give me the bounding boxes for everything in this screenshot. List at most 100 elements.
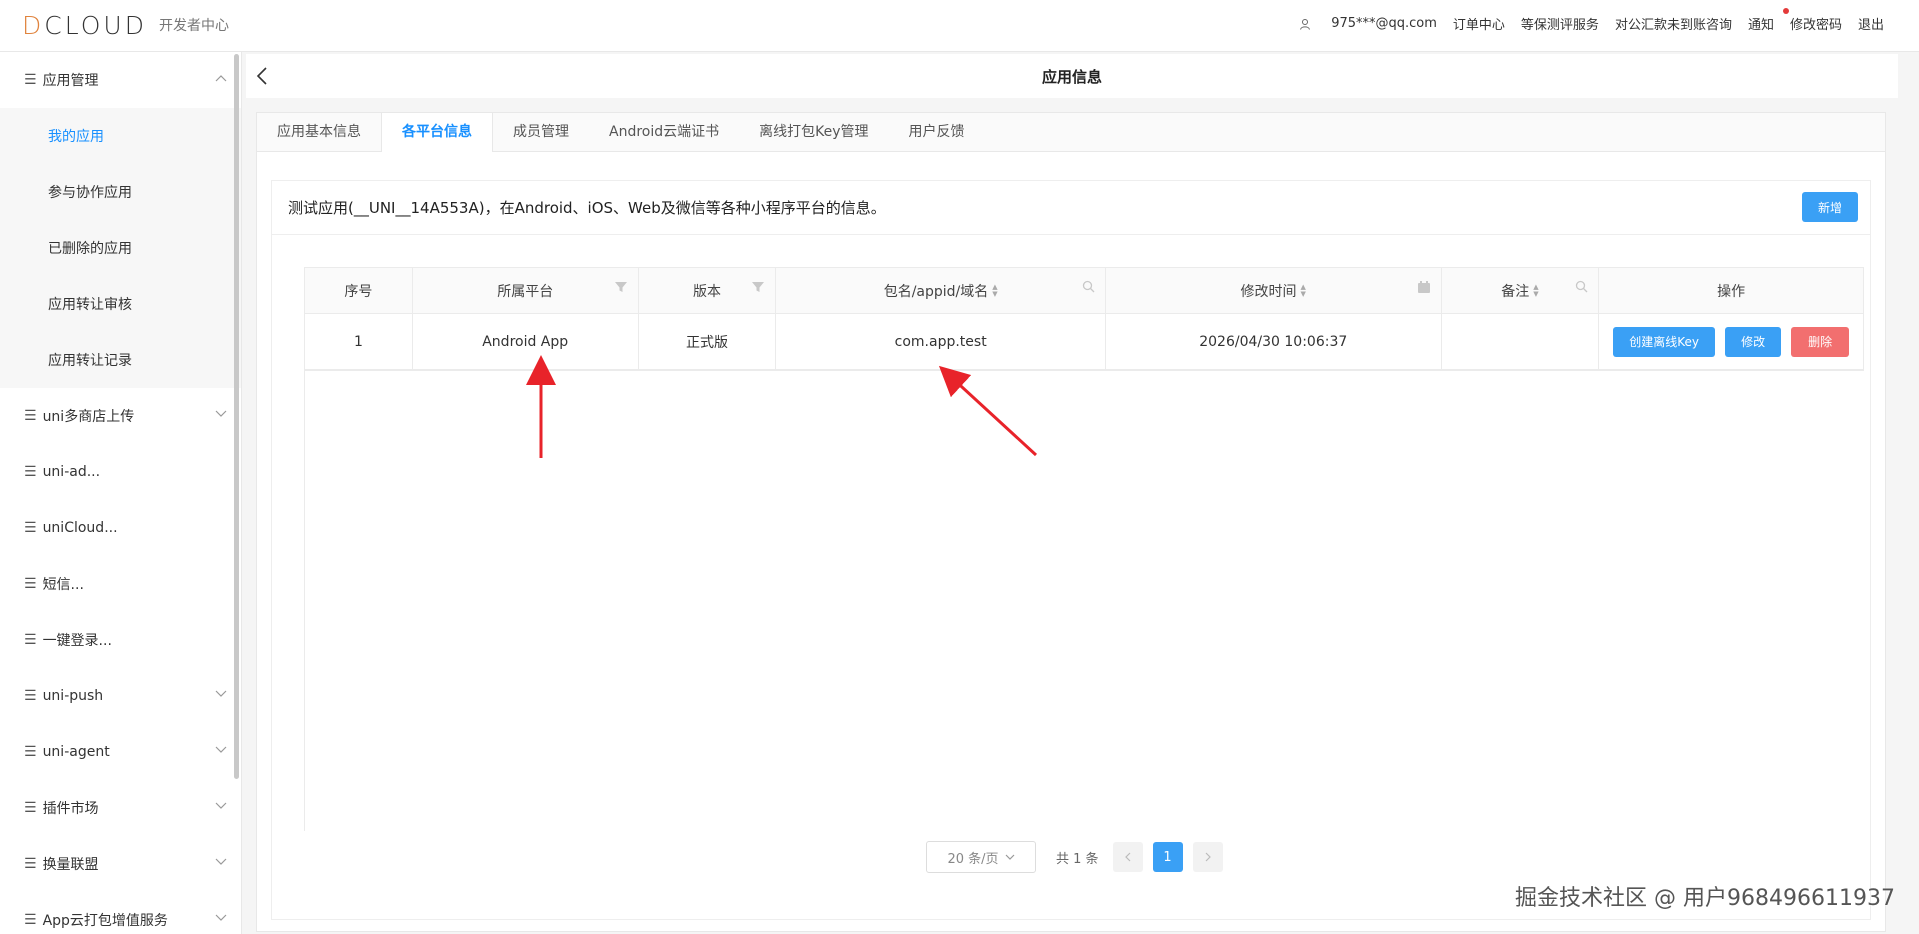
list-icon: ☰ [24,800,37,816]
menu-group-uni-push[interactable]: ☰ uni-push [0,668,241,724]
menu-group-sms[interactable]: ☰ 短信... [0,556,241,612]
sidebar: ☰ 应用管理 我的应用 参与协作应用 已删除的应用 应用转让审核 应用转让记录 … [0,52,242,934]
back-arrow-icon[interactable] [256,66,268,86]
menu-group-plugin-market[interactable]: ☰ 插件市场 [0,780,241,836]
main-content: 应用信息 应用基本信息 各平台信息 成员管理 Android云端证书 离线打包K… [242,52,1919,934]
delete-button[interactable]: 删除 [1791,326,1850,357]
menu-group-uni-agent[interactable]: ☰ uni-agent [0,724,241,780]
menu-group-label: uni-push [42,688,104,704]
tab-members[interactable]: 成员管理 [493,113,589,153]
menu-group-label: uniCloud... [42,520,118,536]
tab-content-card: 测试应用(__UNI__14A553A)，在Android、iOS、Web及微信… [256,152,1886,932]
top-nav: 975***@qq.com 订单中心 等保测评服务 对公汇款未到账咨询 通知 修… [1283,14,1884,33]
notice-badge-dot [1783,8,1789,14]
menu-group-one-click-login[interactable]: ☰ 一键登录... [0,612,241,668]
user-account[interactable]: 975***@qq.com [1299,16,1437,31]
watermark: 掘金技术社区 @ 用户968496611937 [1515,886,1895,911]
chevron-down-icon [1005,854,1014,860]
menu-group-uni-ad[interactable]: ☰ uni-ad... [0,444,241,500]
cell-package: com.app.test [776,314,1106,369]
list-icon: ☰ [24,856,37,872]
menu-group-traffic-alliance[interactable]: ☰ 换量联盟 [0,836,241,892]
search-icon[interactable] [1082,280,1095,293]
list-icon: ☰ [24,408,37,424]
menu-group-uni-store-upload[interactable]: ☰ uni多商店上传 [0,388,241,444]
chevron-down-icon [215,802,227,809]
menu-group-label: 换量联盟 [42,857,99,873]
sidebar-item-transfer-review[interactable]: 应用转让审核 [0,276,241,332]
menu-group-label: uni-agent [42,744,110,760]
chevron-up-icon [215,75,227,82]
nav-orders[interactable]: 订单中心 [1453,14,1505,33]
menu-group-label: uni多商店上传 [42,409,135,425]
sidebar-item-deleted-apps[interactable]: 已删除的应用 [0,220,241,276]
menu-group-unicloud[interactable]: ☰ uniCloud... [0,500,241,556]
table-header: 序号 所属平台 版本 包名/appid/域名 ▲ ▼ 修改时间 ▲ ▼ 备注 ▲… [305,268,1863,314]
panel-title: 测试应用(__UNI__14A553A)，在Android、iOS、Web及微信… [288,199,886,217]
nav-transfer-inquiry[interactable]: 对公汇款未到账咨询 [1615,14,1732,33]
prev-page-button[interactable] [1112,842,1143,872]
tab-bar: 应用基本信息 各平台信息 成员管理 Android云端证书 离线打包Key管理 … [256,112,1886,153]
chevron-down-icon [215,746,227,753]
list-icon: ☰ [24,912,37,928]
sort-icon[interactable]: ▲ ▼ [992,283,997,298]
menu-group-label: uni-ad... [42,464,101,480]
list-icon: ☰ [24,520,37,536]
list-icon: ☰ [24,464,37,480]
logo-subtitle: 开发者中心 [159,18,229,34]
page-size-select[interactable]: 20 条/页 [926,841,1036,873]
next-page-button[interactable] [1192,842,1223,872]
create-offline-key-button[interactable]: 创建离线Key [1613,326,1716,357]
chevron-right-icon [1205,852,1211,862]
total-count: 共 1 条 [1056,851,1099,867]
col-index: 序号 [305,268,413,313]
user-email: 975***@qq.com [1331,16,1437,31]
cell-index: 1 [305,314,413,369]
menu-group-label: 应用管理 [42,73,99,89]
user-icon [1300,18,1311,30]
menu-group-cloud-packaging[interactable]: ☰ App云打包增值服务 [0,892,241,934]
list-icon: ☰ [24,744,37,760]
filter-icon[interactable] [751,280,765,294]
tab-platform-info[interactable]: 各平台信息 [381,113,493,153]
tab-offline-key[interactable]: 离线打包Key管理 [739,113,888,153]
sidebar-item-my-apps[interactable]: 我的应用 [0,108,241,164]
menu-group-app-management[interactable]: ☰ 应用管理 [0,52,241,108]
calendar-icon[interactable] [1417,280,1431,294]
menu-group-label: 短信... [42,577,84,593]
sort-icon[interactable]: ▲ ▼ [1301,283,1306,298]
col-modified: 修改时间 ▲ ▼ [1106,268,1442,313]
menu-group-label: 插件市场 [42,801,99,817]
chevron-down-icon [215,914,227,921]
edit-button[interactable]: 修改 [1725,326,1782,357]
nav-logout[interactable]: 退出 [1858,14,1884,33]
add-button[interactable]: 新增 [1802,192,1858,222]
col-label: 版本 [692,283,721,300]
search-icon[interactable] [1575,280,1588,293]
list-icon: ☰ [24,632,37,648]
dcloud-logo[interactable]: DCLOUD 开发者中心 [22,10,229,40]
page-size-value: 20 条/页 [947,851,999,867]
app-management-submenu: 我的应用 参与协作应用 已删除的应用 应用转让审核 应用转让记录 [0,108,241,388]
nav-notice[interactable]: 通知 [1748,14,1774,33]
tab-basic-info[interactable]: 应用基本信息 [257,113,381,153]
col-label: 序号 [344,283,373,300]
sort-icon[interactable]: ▲ ▼ [1533,283,1538,298]
col-platform: 所属平台 [413,268,639,313]
page-number[interactable]: 1 [1152,842,1183,872]
sidebar-item-transfer-records[interactable]: 应用转让记录 [0,332,241,388]
tab-android-cert[interactable]: Android云端证书 [589,113,739,153]
filter-icon[interactable] [614,280,628,294]
pagination: 20 条/页 共 1 条 1 [926,841,1233,873]
cell-remark [1442,314,1600,369]
cell-version: 正式版 [639,314,777,369]
nav-security-service[interactable]: 等保测评服务 [1521,14,1599,33]
col-remark: 备注 ▲ ▼ [1442,268,1600,313]
list-icon: ☰ [24,72,37,88]
nav-change-password[interactable]: 修改密码 [1790,14,1842,33]
sidebar-item-collab-apps[interactable]: 参与协作应用 [0,164,241,220]
platform-panel: 测试应用(__UNI__14A553A)，在Android、iOS、Web及微信… [271,180,1871,920]
menu-group-label: 一键登录... [42,633,112,649]
cell-actions: 创建离线Key 修改 删除 [1599,314,1863,369]
tab-feedback[interactable]: 用户反馈 [889,113,985,153]
